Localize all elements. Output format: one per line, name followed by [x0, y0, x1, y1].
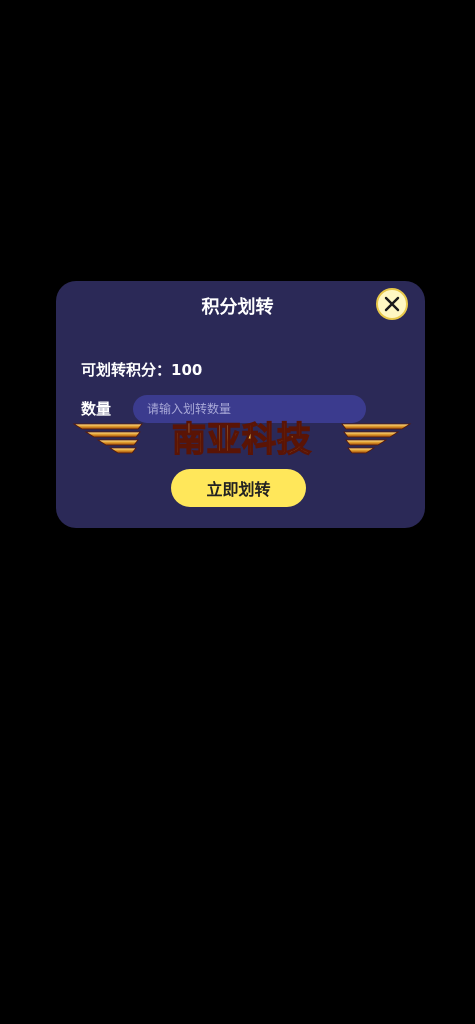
- screen: 积分划转 可划转积分：100 数量 请输入划转数量 南亚科技 立即划转: [0, 0, 475, 1024]
- transfer-now-button[interactable]: 立即划转: [171, 469, 306, 507]
- close-icon: [384, 296, 400, 312]
- available-points: 可划转积分：100: [81, 361, 203, 379]
- quantity-input[interactable]: [133, 395, 366, 423]
- quantity-label: 数量: [81, 400, 112, 418]
- close-button[interactable]: [376, 288, 408, 320]
